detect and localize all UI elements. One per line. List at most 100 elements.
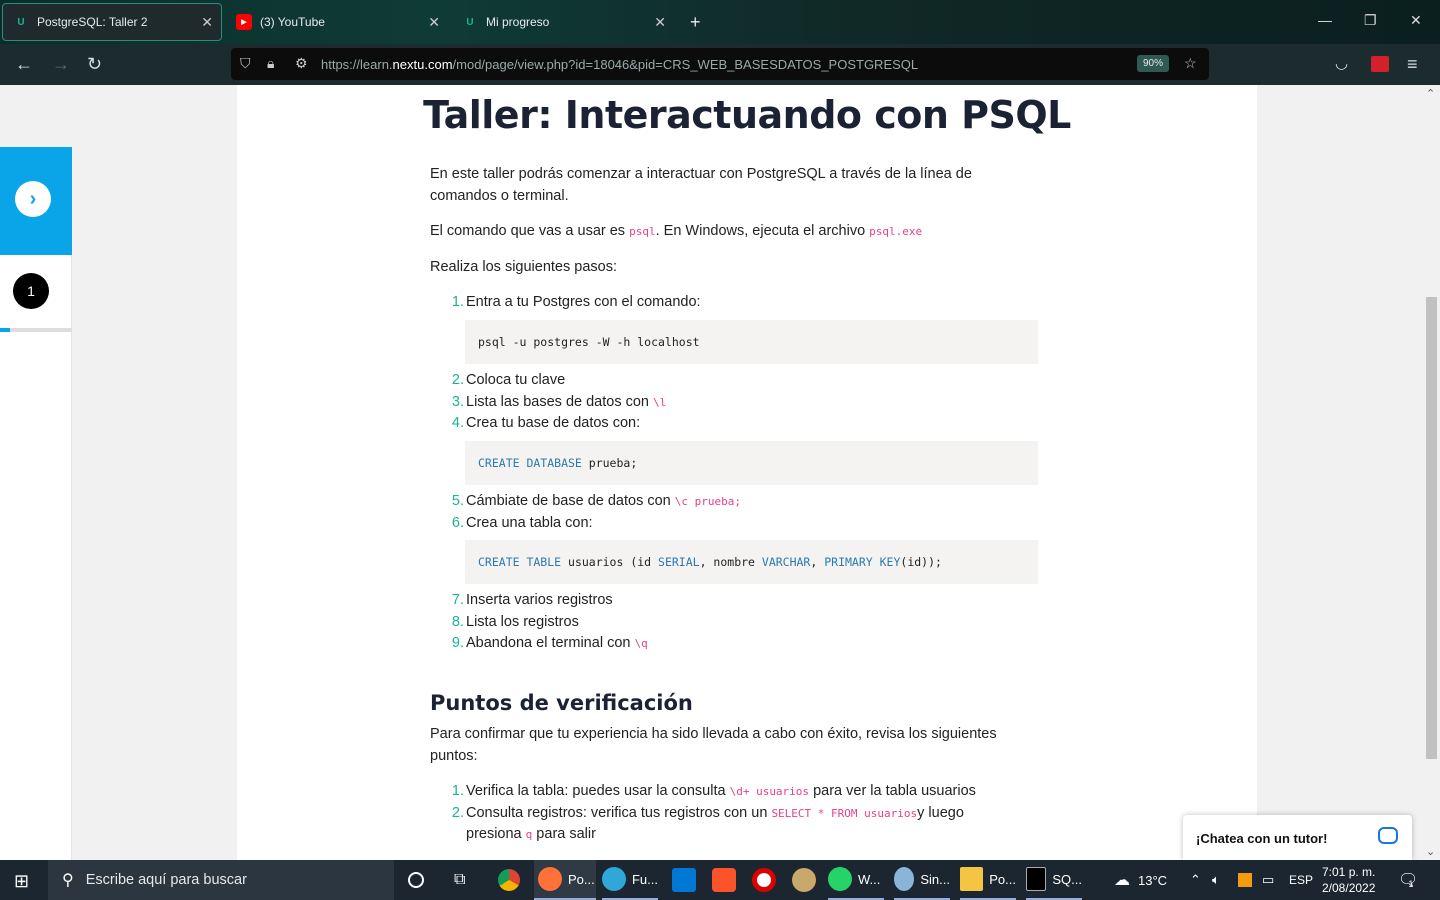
tab-bar: U PostgreSQL: Taller 2 ✕ ▶ (3) YouTube ✕… — [0, 0, 1440, 44]
code-block-psql: psql -u postgres -W -h localhost — [465, 320, 1038, 364]
taskbar-search[interactable]: ⚲ Escribe aquí para buscar — [48, 860, 394, 900]
list-item: 4. Crea tu base de datos con: — [451, 415, 641, 431]
url-bar[interactable]: ⛉ 🔒︎ ⚙ https://learn.nextu.com/mod/page/… — [231, 48, 1209, 80]
reload-icon[interactable]: ↻ — [87, 54, 102, 75]
vscode-icon[interactable] — [672, 860, 702, 900]
code-block-create-table: CREATE TABLE usuarios (id SERIAL, nombre… — [465, 540, 1038, 584]
volume-icon[interactable]: 🔈︎ — [1212, 860, 1220, 900]
taskbar-app[interactable]: Fu... — [602, 860, 658, 900]
clock[interactable]: 7:01 p. m. 2/08/2022 — [1322, 860, 1375, 900]
close-icon[interactable]: ✕ — [654, 14, 666, 31]
app-tray-icon[interactable] — [1238, 860, 1252, 900]
code-block-create-db: CREATE DATABASE prueba; — [465, 441, 1038, 485]
minimize-icon[interactable]: — — [1318, 12, 1332, 28]
steps-intro: Realiza los siguientes pasos: — [430, 259, 617, 275]
list-item: 3. Lista las bases de datos con \l — [451, 393, 667, 410]
taskbar-app[interactable]: SQ... — [1026, 860, 1082, 900]
tab-label: Mi progreso — [486, 15, 550, 29]
chat-widget[interactable]: ¡Chatea con un tutor! — [1183, 815, 1412, 860]
firefox-icon — [538, 867, 562, 891]
tab-youtube[interactable]: ▶ (3) YouTube ✕ — [226, 3, 448, 41]
close-icon[interactable]: ✕ — [201, 14, 213, 31]
nextu-icon: U — [17, 16, 25, 28]
whatsapp-icon — [828, 867, 852, 891]
lesson-sidebar: › 1 — [0, 147, 72, 860]
taskbar-app[interactable]: W... — [828, 860, 884, 900]
shield-icon[interactable]: ⛉ — [240, 55, 251, 72]
zoom-level[interactable]: 90% — [1137, 55, 1170, 72]
paint-icon — [894, 867, 915, 891]
search-placeholder: Escribe aquí para buscar — [85, 872, 247, 888]
chevron-right-icon[interactable]: › — [15, 181, 51, 217]
list-item: 1. Entra a tu Postgres con el comando: — [451, 294, 701, 310]
back-icon[interactable]: ← — [15, 54, 33, 75]
tab-label: PostgreSQL: Taller 2 — [37, 15, 148, 29]
edge-icon — [602, 867, 626, 891]
brave-icon[interactable] — [712, 860, 742, 900]
step-indicator[interactable]: 1 — [13, 273, 49, 309]
scrollbar[interactable]: ⌃ ⌄ — [1423, 85, 1440, 860]
list-item: 1. Verifica la tabla: puedes usar la cons… — [451, 783, 976, 799]
page-content: Taller: Interactuando con PSQL En este t… — [0, 85, 1440, 860]
restore-icon[interactable]: ❐ — [1364, 12, 1377, 29]
lock-icon[interactable]: 🔒︎ — [267, 55, 274, 72]
list-item: 2. Coloca tu clave — [451, 372, 566, 388]
taskbar-app[interactable]: Sin... — [894, 860, 950, 900]
weather[interactable]: ☁ 13°C — [1114, 860, 1167, 900]
permissions-icon[interactable]: ⚙ — [295, 55, 308, 72]
chat-bubble-icon[interactable] — [1378, 827, 1398, 844]
taskbar: ⊞ ⚲ Escribe aquí para buscar ⧉ Po... Fu.… — [0, 860, 1440, 900]
list-item: 9. Abandona el terminal con \q — [451, 635, 648, 651]
forward-icon[interactable]: → — [52, 54, 70, 75]
pocket-icon[interactable]: ◡ — [1335, 54, 1348, 72]
steps-list: 2. Coloca tu clave 3. Lista las bases de d… — [430, 370, 1030, 435]
windows-start-icon[interactable]: ⊞ — [14, 871, 29, 892]
verify-list: 1. Verifica la tabla: puedes usar la cons… — [430, 781, 1010, 846]
cloud-icon: ☁ — [1114, 872, 1130, 889]
tab-mi-progreso[interactable]: U Mi progreso ✕ — [452, 3, 674, 41]
folder-icon — [960, 867, 984, 891]
league-icon[interactable] — [792, 860, 822, 900]
verify-intro: Para confirmar que tu experiencia ha sid… — [430, 726, 997, 764]
lesson-progress-bar — [0, 328, 72, 332]
sidebar-header: › — [0, 147, 72, 255]
list-item: 5. Cámbiate de base de datos con \c prueb… — [451, 493, 742, 509]
bookmark-star-icon[interactable]: ☆ — [1184, 55, 1197, 72]
intro-text: En este taller podrás comenzar a interac… — [430, 166, 972, 204]
nextu-icon: U — [466, 16, 474, 28]
taskbar-app[interactable]: Po... — [960, 860, 1016, 900]
task-view-icon[interactable]: ⧉ — [454, 860, 465, 900]
menu-icon[interactable]: ≡ — [1407, 54, 1418, 75]
tray-chevron-icon[interactable]: ⌃ — [1190, 860, 1201, 900]
scroll-down-icon[interactable]: ⌄ — [1426, 845, 1435, 858]
list-item: 6. Crea una tabla con: — [451, 514, 593, 531]
chrome-icon[interactable] — [498, 860, 526, 900]
language-indicator[interactable]: ESP — [1289, 860, 1313, 900]
notifications-icon[interactable]: 🗨︎ 1 — [1398, 860, 1418, 900]
close-window-icon[interactable]: ✕ — [1410, 12, 1422, 29]
steps-list: 5. Cámbiate de base de datos con \c prueb… — [430, 491, 1030, 534]
extension-icon[interactable] — [1371, 56, 1389, 72]
page-title: Taller: Interactuando con PSQL — [423, 93, 1071, 137]
tab-postgresql[interactable]: U PostgreSQL: Taller 2 ✕ — [2, 3, 222, 41]
scroll-up-icon[interactable]: ⌃ — [1426, 87, 1435, 100]
chat-label: ¡Chatea con un tutor! — [1196, 831, 1328, 846]
list-item: 8. Lista los registros — [451, 613, 579, 630]
new-tab-button[interactable]: + — [680, 3, 711, 41]
opera-icon[interactable] — [752, 860, 782, 900]
command-text: El comando que vas a usar es psql. En Wi… — [430, 223, 923, 239]
terminal-icon — [1026, 867, 1047, 891]
list-item: 2. Consulta registros: verifica tus regis… — [451, 804, 964, 843]
taskbar-app[interactable]: Po... — [534, 860, 596, 900]
youtube-icon: ▶ — [236, 14, 252, 30]
article: Taller: Interactuando con PSQL En este t… — [237, 85, 1257, 860]
close-icon[interactable]: ✕ — [428, 14, 440, 31]
steps-list: 1. Entra a tu Postgres con el comando: — [430, 292, 1030, 314]
verify-title: Puntos de verificación — [430, 691, 693, 715]
url-text[interactable]: https://learn.nextu.com/mod/page/view.ph… — [321, 57, 918, 72]
scrollbar-thumb[interactable] — [1426, 297, 1437, 759]
network-icon[interactable]: ▭ — [1262, 860, 1274, 900]
search-icon: ⚲ — [62, 872, 74, 889]
cortana-icon[interactable] — [408, 860, 424, 900]
list-item: 7. Inserta varios registros — [451, 592, 613, 608]
